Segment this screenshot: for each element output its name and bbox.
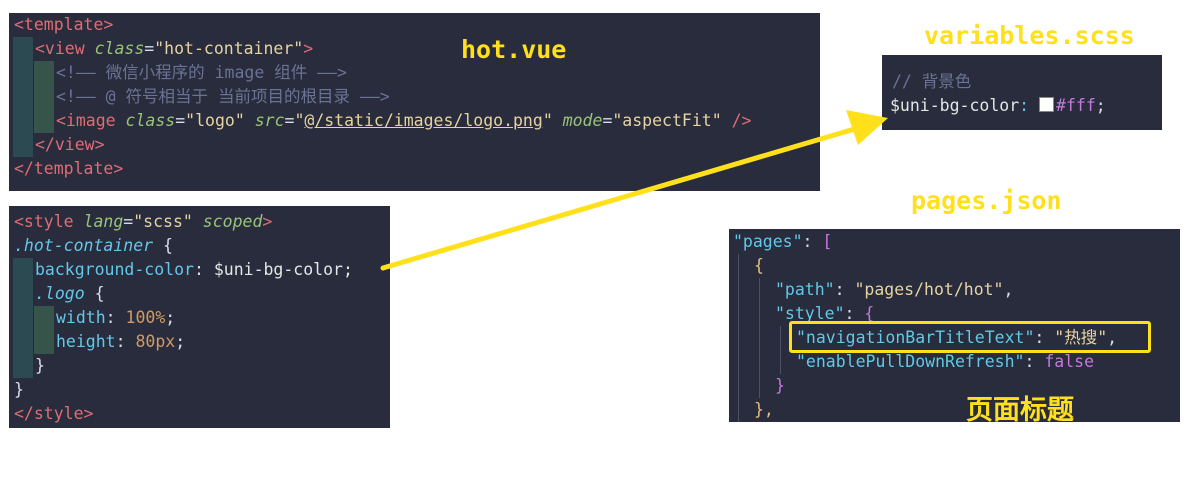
style-code-panel: <style lang="scss" scoped> .hot-containe… — [9, 206, 390, 428]
page-title-annotation: 页面标题 — [966, 395, 1074, 426]
code-line: <!—— 微信小程序的 image 组件 ——> — [9, 61, 820, 85]
hot-vue-code-panel: <template> <view class="hot-container"> … — [9, 13, 820, 191]
template-open-tag: <template> — [14, 15, 114, 34]
code-line: .logo { — [9, 282, 390, 306]
class-attr: class — [94, 39, 145, 58]
code-line: "pages": [ — [733, 232, 833, 251]
template-close-tag: </template> — [14, 159, 124, 178]
variables-code-panel: // 背景色 $uni-bg-color: #fff; — [882, 55, 1162, 130]
code-line: $uni-bg-color: #fff; — [890, 96, 1106, 115]
css-property: background-color — [35, 260, 194, 279]
code-line: } — [9, 354, 390, 378]
variables-scss-label: variables.scss — [924, 21, 1135, 50]
code-line: background-color: $uni-bg-color; — [9, 258, 390, 282]
style-open-tag: <style — [14, 212, 74, 231]
json-key: "path" — [775, 280, 835, 299]
json-key: "enablePullDownRefresh" — [796, 352, 1025, 371]
code-line: }, — [729, 398, 1180, 422]
view-close-tag: </view> — [35, 135, 105, 154]
json-value: false — [1044, 352, 1095, 371]
json-key: "pages" — [733, 232, 803, 251]
code-line: "path": "pages/hot/hot", — [729, 278, 1180, 302]
code-line: } — [14, 380, 24, 399]
code-line: // 背景色 — [882, 70, 1162, 94]
code-line: } — [729, 374, 1180, 398]
code-line: <image class="logo" src="@/static/images… — [9, 109, 820, 133]
css-selector: .hot-container — [14, 236, 154, 255]
highlight-box — [789, 321, 1151, 353]
code-line: </style> — [9, 402, 390, 426]
code-line: width: 100%; — [9, 306, 390, 330]
code-comment: // 背景色 — [892, 72, 972, 91]
scss-variable-value: #fff — [1056, 96, 1096, 115]
color-swatch[interactable] — [1039, 97, 1055, 112]
scss-variable-name: $uni-bg-color — [890, 96, 1020, 115]
code-line: "enablePullDownRefresh": false — [729, 350, 1180, 374]
pages-json-label: pages.json — [911, 186, 1062, 215]
css-selector: .logo — [35, 284, 85, 303]
code-line: <view class="hot-container"> — [9, 37, 820, 61]
image-src-link[interactable]: @/static/images/logo.png — [304, 111, 542, 130]
css-variable-value: $uni-bg-color; — [213, 260, 353, 279]
code-line: </view> — [9, 133, 820, 157]
code-line: height: 80px; — [9, 330, 390, 354]
hot-vue-label: hot.vue — [461, 35, 567, 64]
code-comment: <!—— 微信小程序的 image 组件 ——> — [56, 63, 347, 82]
css-property: height — [56, 332, 116, 351]
code-line: { — [729, 254, 1180, 278]
code-comment: <!—— @ 符号相当于 当前项目的根目录 ——> — [56, 87, 390, 106]
style-close-tag: </style> — [14, 404, 94, 423]
view-open-tag: <view — [35, 39, 85, 58]
class-value: "hot-container" — [154, 39, 304, 58]
code-line: <template> — [9, 13, 820, 37]
code-line: .hot-container { — [14, 236, 173, 255]
json-value: "pages/hot/hot" — [854, 280, 1004, 299]
css-property: width — [56, 308, 106, 327]
code-line: <style lang="scss" scoped> — [14, 212, 273, 231]
code-line: </template> — [9, 157, 820, 181]
image-tag: <image — [56, 111, 116, 130]
code-line: <!—— @ 符号相当于 当前项目的根目录 ——> — [9, 85, 820, 109]
